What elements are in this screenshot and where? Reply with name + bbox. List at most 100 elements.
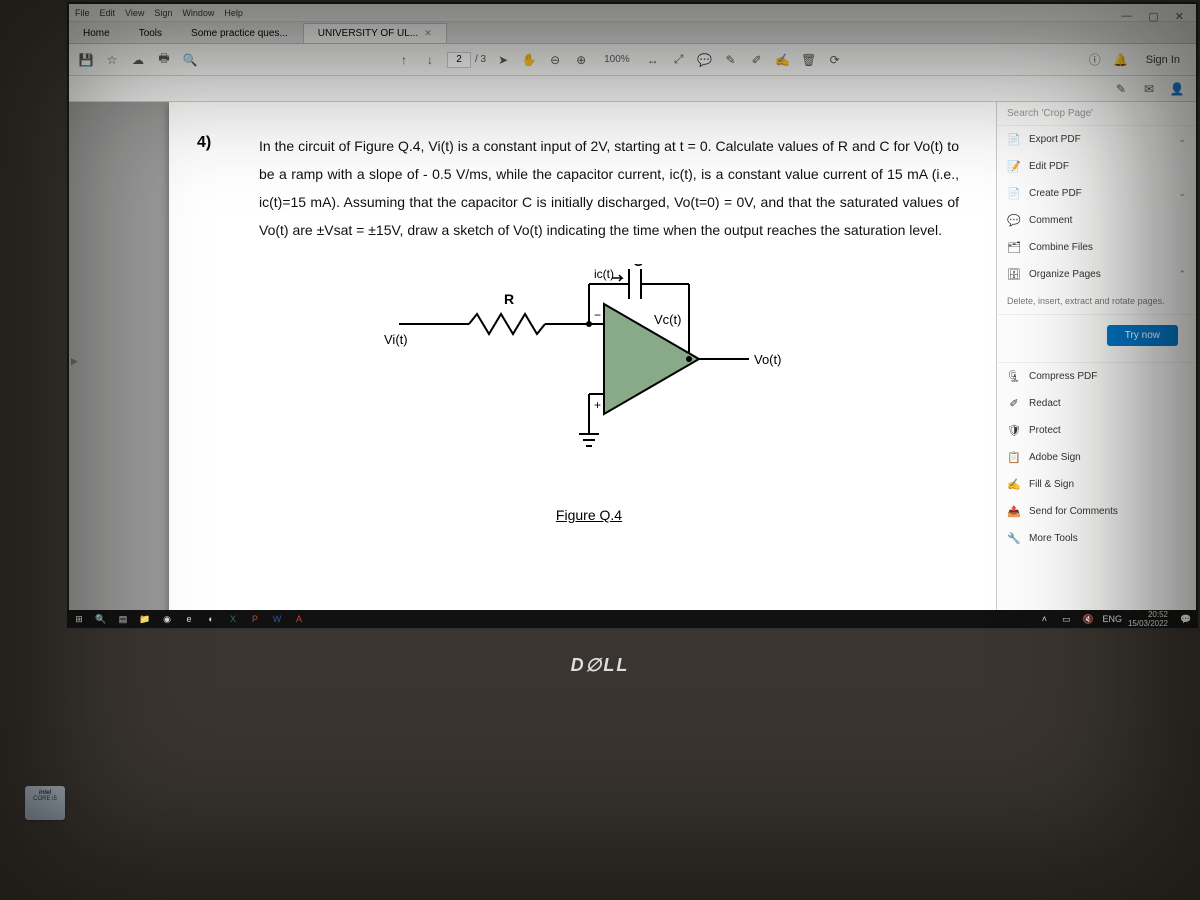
maximize-button[interactable]: ▢ — [1144, 8, 1162, 25]
star-icon[interactable]: ☆ — [103, 51, 121, 69]
menu-window[interactable]: Window — [182, 8, 214, 18]
menu-edit[interactable]: Edit — [100, 8, 116, 18]
try-now-button[interactable]: Try now — [1107, 325, 1178, 346]
fill-sign-item[interactable]: ✍Fill & Sign — [997, 471, 1196, 498]
edit-pdf-item[interactable]: 📝Edit PDF — [997, 153, 1196, 180]
menu-bar: File Edit View Sign Window Help — [69, 4, 1196, 22]
tab-tools[interactable]: Tools — [125, 24, 176, 43]
info-icon[interactable]: ⓘ — [1086, 51, 1104, 69]
adobe-sign-icon: 📋 — [1007, 451, 1021, 464]
bell-icon[interactable]: 🔔 — [1112, 51, 1130, 69]
word-icon[interactable]: W — [269, 612, 285, 626]
mail-icon[interactable]: ✉ — [1140, 80, 1158, 98]
signin-button[interactable]: Sign In — [1138, 51, 1188, 69]
question-text: In the circuit of Figure Q.4, Vi(t) is a… — [259, 132, 959, 244]
comment-item[interactable]: 💬Comment — [997, 207, 1196, 234]
search-icon[interactable]: 🔍 — [181, 51, 199, 69]
expand-left-icon[interactable]: ▶ — [71, 356, 78, 367]
pointer-icon[interactable]: ➤ — [494, 51, 512, 69]
tab-bar: Home Tools Some practice ques... UNIVERS… — [69, 22, 1196, 44]
windows-taskbar: ⊞ 🔍 ▤ 📁 ◉ e ◐ X P W A ˄ ▭ 🔇 ENG 20:52 15… — [67, 610, 1198, 628]
profile-icon[interactable]: 👤 — [1168, 80, 1186, 98]
tab-document-1[interactable]: Some practice ques... — [177, 24, 302, 43]
language-indicator[interactable]: ENG — [1102, 614, 1122, 624]
clock[interactable]: 20:52 15/03/2022 — [1128, 610, 1172, 628]
organize-icon: 🗄 — [1007, 268, 1021, 281]
compress-pdf-item[interactable]: 🗜Compress PDF — [997, 363, 1196, 390]
search-taskbar-icon[interactable]: 🔍 — [93, 612, 109, 626]
print-icon[interactable]: 🖶 — [155, 51, 173, 69]
tools-panel: Search 'Crop Page' 📄Export PDF⌄ 📝Edit PD… — [996, 102, 1196, 610]
tab-document-2[interactable]: UNIVERSITY OF UL... ✕ — [303, 23, 447, 43]
toolbar: 💾 ☆ ☁ 🖶 🔍 ↑ ↓ / 3 ➤ ✋ ⊖ ⊕ 100% ↔ ⤢ 💬 ✎ ✐… — [69, 44, 1196, 76]
close-tab-icon[interactable]: ✕ — [424, 28, 432, 39]
excel-icon[interactable]: X — [225, 612, 241, 626]
more-icon: 🔧 — [1007, 532, 1021, 545]
share-icon[interactable]: ⟳ — [826, 51, 844, 69]
page-number-input[interactable] — [447, 52, 471, 68]
redact-item[interactable]: ✐Redact — [997, 390, 1196, 417]
tab-label: Some practice ques... — [191, 28, 288, 39]
hand-icon[interactable]: ✋ — [520, 51, 538, 69]
redact-icon: ✐ — [1007, 397, 1021, 410]
organize-pages-item[interactable]: 🗄Organize Pages⌃ — [997, 261, 1196, 288]
menu-help[interactable]: Help — [224, 8, 243, 18]
fit-page-icon[interactable]: ⤢ — [670, 51, 688, 69]
annotate-icon[interactable]: ✎ — [722, 51, 740, 69]
svg-text:Vo(t): Vo(t) — [754, 352, 781, 367]
svg-text:+: + — [594, 398, 601, 412]
close-window-button[interactable]: ✕ — [1171, 8, 1188, 25]
sign-icon[interactable]: ✍ — [774, 51, 792, 69]
export-pdf-item[interactable]: 📄Export PDF⌄ — [997, 126, 1196, 153]
adobe-sign-item[interactable]: 📋Adobe Sign — [997, 444, 1196, 471]
file-explorer-icon[interactable]: 📁 — [137, 612, 153, 626]
menu-file[interactable]: File — [75, 8, 90, 18]
tab-home[interactable]: Home — [69, 24, 124, 43]
zoom-out-icon[interactable]: ⊖ — [546, 51, 564, 69]
page-total: / 3 — [475, 54, 486, 65]
comment-icon: 💬 — [1007, 214, 1021, 227]
action-center-icon[interactable]: 💬 — [1178, 612, 1194, 626]
pdf-page: 4) In the circuit of Figure Q.4, Vi(t) i… — [169, 102, 996, 610]
powerpoint-icon[interactable]: P — [247, 612, 263, 626]
zoom-level[interactable]: 100% — [598, 52, 636, 67]
promo-text: Delete, insert, extract and rotate pages… — [997, 288, 1196, 315]
highlight-icon[interactable]: ✐ — [748, 51, 766, 69]
minimize-button[interactable]: — — [1117, 8, 1136, 25]
fit-width-icon[interactable]: ↔ — [644, 51, 662, 69]
fill-sign-icon: ✍ — [1007, 478, 1021, 491]
svg-text:−: − — [594, 308, 601, 322]
ie-icon[interactable]: e — [181, 612, 197, 626]
svg-text:Vc(t): Vc(t) — [654, 312, 681, 327]
menu-sign[interactable]: Sign — [154, 8, 172, 18]
task-view-icon[interactable]: ▤ — [115, 612, 131, 626]
edge-icon[interactable]: ◐ — [203, 612, 219, 626]
edit-pdf-quick-icon[interactable]: ✎ — [1112, 80, 1130, 98]
protect-item[interactable]: 🛡Protect — [997, 417, 1196, 444]
svg-text:ic(t): ic(t) — [594, 267, 614, 281]
chevron-down-icon: ⌄ — [1178, 134, 1186, 145]
page-down-icon[interactable]: ↓ — [421, 51, 439, 69]
zoom-in-icon[interactable]: ⊕ — [572, 51, 590, 69]
send-comments-item[interactable]: 📤Send for Comments — [997, 498, 1196, 525]
battery-icon[interactable]: ▭ — [1058, 612, 1074, 626]
menu-view[interactable]: View — [125, 8, 144, 18]
combine-files-item[interactable]: 🗂Combine Files — [997, 234, 1196, 261]
page-up-icon[interactable]: ↑ — [395, 51, 413, 69]
start-button[interactable]: ⊞ — [71, 612, 87, 626]
save-icon[interactable]: 💾 — [77, 51, 95, 69]
more-tools-item[interactable]: 🔧More Tools — [997, 525, 1196, 552]
chrome-icon[interactable]: ◉ — [159, 612, 175, 626]
delete-icon[interactable]: 🗑 — [800, 51, 818, 69]
panel-search[interactable]: Search 'Crop Page' — [997, 102, 1196, 126]
cloud-icon[interactable]: ☁ — [129, 51, 147, 69]
circuit-diagram: R Vi(t) C ic(t) — [369, 264, 809, 494]
document-viewport[interactable]: ▶ ◀ 4) In the circuit of Figure Q.4, Vi(… — [69, 102, 996, 610]
adobe-icon[interactable]: A — [291, 612, 307, 626]
question-number: 4) — [197, 134, 211, 152]
tray-up-icon[interactable]: ˄ — [1036, 612, 1052, 626]
svg-text:R: R — [504, 291, 514, 307]
create-pdf-item[interactable]: 📄Create PDF⌄ — [997, 180, 1196, 207]
volume-icon[interactable]: 🔇 — [1080, 612, 1096, 626]
read-aloud-icon[interactable]: 💬 — [696, 51, 714, 69]
